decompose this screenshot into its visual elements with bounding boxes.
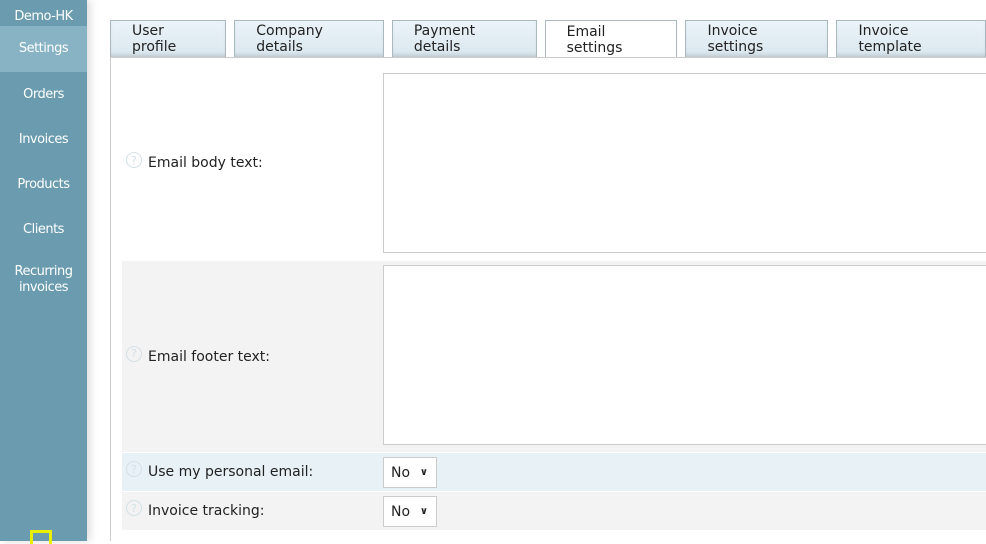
company-name[interactable]: Demo-HK [0, 0, 87, 25]
sidebar-item-settings[interactable]: Settings [0, 26, 87, 72]
sidebar: Demo-HK Settings Orders Invoices Product… [0, 0, 87, 544]
help-icon[interactable]: ? [126, 461, 142, 477]
sidebar-item-label: Recurring invoices [14, 263, 73, 295]
personal-email-label: Use my personal email: [148, 464, 314, 480]
chevron-down-icon: ∨ [419, 467, 428, 478]
personal-email-select[interactable]: No ∨ [383, 457, 437, 488]
sidebar-item-clients[interactable]: Clients [0, 207, 87, 252]
sidebar-item-invoices[interactable]: Invoices [0, 117, 87, 162]
help-icon[interactable]: ? [126, 500, 142, 516]
tab-invoice-template[interactable]: Invoice template [836, 20, 986, 57]
sidebar-item-recurring-invoices[interactable]: Recurring invoices [0, 252, 87, 307]
sidebar-item-orders[interactable]: Orders [0, 72, 87, 117]
tab-payment-details[interactable]: Payment details [391, 20, 537, 57]
tab-user-profile[interactable]: User profile [110, 20, 227, 57]
email-footer-textarea[interactable] [383, 265, 986, 445]
invoice-tracking-row: ? Invoice tracking: No ∨ [122, 492, 986, 530]
invoice-tracking-label: Invoice tracking: [148, 503, 265, 519]
tab-company-details[interactable]: Company details [234, 20, 384, 57]
tab-email-settings[interactable]: Email settings [544, 20, 678, 58]
email-body-row: ? Email body text: [122, 66, 986, 260]
personal-email-row: ? Use my personal email: No ∨ [122, 453, 986, 491]
tab-invoice-settings[interactable]: Invoice settings [685, 20, 829, 57]
select-value: No [391, 503, 411, 520]
invoice-tracking-select[interactable]: No ∨ [383, 496, 437, 527]
sidebar-item-products[interactable]: Products [0, 162, 87, 207]
email-footer-row: ? Email footer text: [122, 261, 986, 452]
chevron-down-icon: ∨ [419, 506, 428, 517]
email-footer-label: Email footer text: [148, 348, 271, 365]
help-icon[interactable]: ? [126, 345, 142, 362]
settings-tabs: User profile Company details Payment det… [110, 20, 986, 58]
email-body-textarea[interactable] [383, 73, 986, 253]
email-body-label: Email body text: [148, 155, 263, 171]
select-value: No [391, 464, 411, 481]
help-icon[interactable]: ? [126, 152, 142, 168]
sidebar-bottom-icon[interactable] [30, 530, 52, 544]
